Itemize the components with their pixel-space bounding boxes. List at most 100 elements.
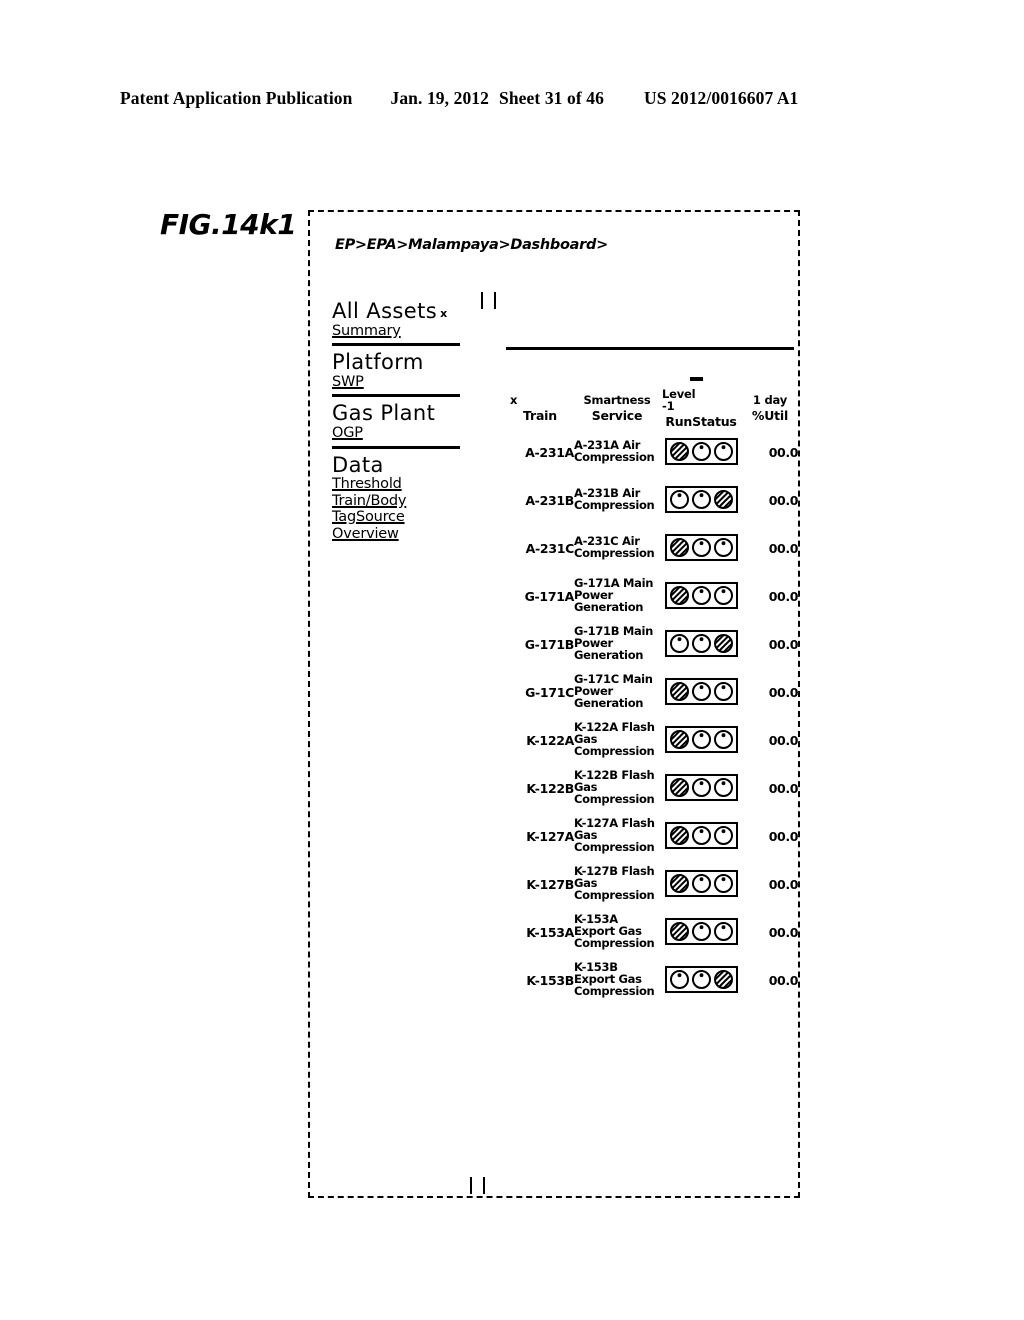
status-light-hatched-icon[interactable] <box>669 585 690 606</box>
breadcrumb[interactable]: EP>EPA>Malampaya>Dashboard> <box>335 237 608 253</box>
sidebar-group-title: Data <box>332 452 384 477</box>
status-light-hatched-icon[interactable] <box>713 633 734 654</box>
status-light-dot-icon[interactable] <box>691 489 712 510</box>
cell-train[interactable]: G-171B <box>506 620 575 668</box>
cell-runstatus <box>660 764 742 812</box>
status-light-hatched-icon[interactable] <box>669 681 690 702</box>
table-row[interactable]: A-231B A-231B Air Compression 00.0 <box>506 476 798 524</box>
cell-service: K-153A Export Gas Compression <box>574 912 655 951</box>
cell-train[interactable]: A-231A <box>506 428 574 476</box>
status-light-dot-icon[interactable] <box>713 585 734 606</box>
status-light-dot-icon[interactable] <box>669 489 690 510</box>
status-light-group[interactable] <box>664 822 738 850</box>
status-light-dot-icon[interactable] <box>713 537 734 558</box>
table-row[interactable]: K-127B K-127B Flash Gas Compression 00.0 <box>506 860 798 908</box>
table-row[interactable]: A-231C A-231C Air Compression 00.0 <box>506 524 798 572</box>
status-light-hatched-icon[interactable] <box>713 969 734 990</box>
status-light-dot-icon[interactable] <box>713 441 734 462</box>
status-light-dot-icon[interactable] <box>691 681 712 702</box>
cell-runstatus <box>660 668 742 716</box>
status-light-dot-icon[interactable] <box>713 729 734 750</box>
cell-train[interactable]: K-153B <box>506 956 574 1004</box>
cell-train[interactable]: G-171A <box>506 572 575 620</box>
column-header-service[interactable]: Smartness Service <box>574 389 660 428</box>
table-row[interactable]: K-122A K-122A Flash Gas Compression 00.0 <box>506 716 798 764</box>
status-light-dot-icon[interactable] <box>669 633 690 654</box>
sidebar-item-summary[interactable]: Summary <box>332 323 401 340</box>
status-light-hatched-icon[interactable] <box>669 825 690 846</box>
status-light-group[interactable] <box>664 582 738 610</box>
status-light-group[interactable] <box>664 438 738 466</box>
cell-train[interactable]: G-171C <box>506 668 574 716</box>
cell-service: K-127B Flash Gas Compression <box>574 864 655 903</box>
table-row[interactable]: G-171A G-171A Main Power Generation 00.0 <box>506 572 799 620</box>
status-light-group[interactable] <box>664 678 738 706</box>
status-light-dot-icon[interactable] <box>691 729 712 750</box>
status-light-group[interactable] <box>664 486 738 514</box>
status-light-hatched-icon[interactable] <box>713 489 734 510</box>
sidebar-item-swp[interactable]: SWP <box>332 374 364 391</box>
table-row[interactable]: A-231A A-231A Air Compression 00.0 <box>506 428 798 476</box>
table-row[interactable]: K-122B K-122B Flash Gas Compression 00.0 <box>506 764 798 812</box>
status-light-group[interactable] <box>664 726 738 754</box>
table-row[interactable]: G-171C G-171C Main Power Generation 00.0 <box>506 668 798 716</box>
column-header-runstatus-label: RunStatus <box>665 414 737 429</box>
status-light-dot-icon[interactable] <box>691 921 712 942</box>
status-light-hatched-icon[interactable] <box>669 441 690 462</box>
cell-util: 00.0 <box>768 588 799 604</box>
status-light-dot-icon[interactable] <box>713 921 734 942</box>
cell-train[interactable]: K-122B <box>506 764 574 812</box>
status-light-dot-icon[interactable] <box>713 873 734 894</box>
status-light-group[interactable] <box>664 630 738 658</box>
status-light-group[interactable] <box>664 870 738 898</box>
status-light-dot-icon[interactable] <box>691 969 712 990</box>
status-light-dot-icon[interactable] <box>691 537 712 558</box>
status-light-dot-icon[interactable] <box>691 873 712 894</box>
status-light-dot-icon[interactable] <box>713 681 734 702</box>
sidebar-item-tagsource[interactable]: TagSource <box>332 509 405 526</box>
sidebar-item-threshold[interactable]: Threshold <box>332 476 402 493</box>
cell-service: A-231A Air Compression <box>574 438 655 465</box>
table-header: x Train Smartness Service Level -1 RunSta… <box>506 388 798 429</box>
status-light-group[interactable] <box>664 774 738 802</box>
table-row[interactable]: K-153B K-153B Export Gas Compression 00.0 <box>506 956 798 1004</box>
status-light-hatched-icon[interactable] <box>669 921 690 942</box>
cell-runstatus <box>660 572 742 620</box>
status-light-dot-icon[interactable] <box>669 969 690 990</box>
cell-train[interactable]: K-122A <box>506 716 574 764</box>
sheet-number: Sheet 31 of 46 <box>499 88 604 108</box>
status-light-dot-icon[interactable] <box>691 633 712 654</box>
status-light-dot-icon[interactable] <box>691 585 712 606</box>
cell-train[interactable]: A-231B <box>506 476 574 524</box>
cell-train[interactable]: K-127A <box>506 812 574 860</box>
status-light-group[interactable] <box>664 534 738 562</box>
cell-util: 00.0 <box>768 540 799 556</box>
sidebar-item-overview[interactable]: Overview <box>332 526 399 543</box>
column-header-runstatus[interactable]: Level -1 RunStatus <box>660 388 742 429</box>
status-light-dot-icon[interactable] <box>713 825 734 846</box>
sidebar-item-ogp[interactable]: OGP <box>332 425 363 442</box>
status-light-hatched-icon[interactable] <box>669 873 690 894</box>
table-row[interactable]: G-171B G-171B Main Power Generation 00.0 <box>506 620 799 668</box>
column-header-train[interactable]: x Train <box>506 389 574 428</box>
status-light-dot-icon[interactable] <box>713 777 734 798</box>
status-light-hatched-icon[interactable] <box>669 777 690 798</box>
status-light-hatched-icon[interactable] <box>669 537 690 558</box>
tick-mark <box>483 1177 485 1194</box>
status-light-dot-icon[interactable] <box>691 441 712 462</box>
cell-train[interactable]: A-231C <box>506 524 575 572</box>
table-row[interactable]: K-153A K-153A Export Gas Compression 00.0 <box>506 908 798 956</box>
table-row[interactable]: K-127A K-127A Flash Gas Compression 00.0 <box>506 812 798 860</box>
cell-train[interactable]: K-127B <box>506 860 574 908</box>
column-header-util[interactable]: 1 day %Util <box>742 389 798 428</box>
sidebar-group-superscript: x <box>440 307 448 320</box>
status-light-dot-icon[interactable] <box>691 777 712 798</box>
publication-date: Jan. 19, 2012 <box>390 88 490 108</box>
status-light-group[interactable] <box>664 918 738 946</box>
status-light-group[interactable] <box>664 966 738 994</box>
cell-util: 00.0 <box>768 732 799 748</box>
status-light-dot-icon[interactable] <box>691 825 712 846</box>
sidebar-item-train-body[interactable]: Train/Body <box>332 493 406 510</box>
cell-train[interactable]: K-153A <box>506 908 574 956</box>
status-light-hatched-icon[interactable] <box>669 729 690 750</box>
